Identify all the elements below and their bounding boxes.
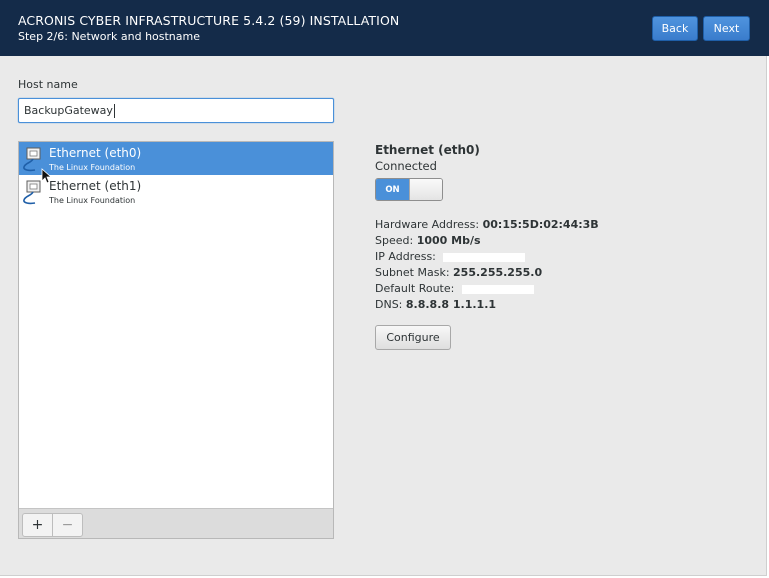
subnet-mask-row: Subnet Mask: 255.255.255.0 (375, 266, 542, 279)
hostname-label: Host name (18, 78, 78, 91)
default-route-label: Default Route: (375, 282, 455, 295)
toggle-knob (409, 179, 442, 200)
dns-label: DNS: (375, 298, 403, 311)
interface-name: Ethernet (eth0) (49, 146, 142, 160)
ip-address-row: IP Address: (375, 250, 526, 263)
add-interface-button[interactable]: + (22, 513, 53, 537)
connection-status: Connected (375, 159, 437, 173)
ip-address-redacted (443, 252, 526, 262)
main-content: Host name BackupGateway Ethernet (eth0) … (0, 56, 767, 576)
installer-header: ACRONIS CYBER INFRASTRUCTURE 5.4.2 (59) … (0, 0, 769, 56)
default-route-redacted (461, 284, 534, 294)
speed-label: Speed: (375, 234, 414, 247)
hardware-address-label: Hardware Address: (375, 218, 480, 231)
interface-row-eth1[interactable]: Ethernet (eth1) The Linux Foundation (19, 175, 333, 208)
installer-step: Step 2/6: Network and hostname (18, 30, 201, 43)
subnet-mask-value: 255.255.255.0 (453, 266, 543, 279)
connection-toggle[interactable]: ON (375, 178, 443, 201)
mouse-pointer-icon (41, 168, 51, 184)
remove-interface-button[interactable]: − (52, 513, 83, 537)
subnet-mask-label: Subnet Mask: (375, 266, 450, 279)
ip-address-label: IP Address: (375, 250, 436, 263)
hostname-value: BackupGateway (24, 104, 113, 117)
hardware-address-row: Hardware Address: 00:15:5D:02:44:3B (375, 218, 599, 231)
text-caret (113, 103, 115, 118)
hardware-address-value: 00:15:5D:02:44:3B (482, 218, 599, 231)
detail-title: Ethernet (eth0) (375, 143, 480, 157)
installer-title: ACRONIS CYBER INFRASTRUCTURE 5.4.2 (59) … (18, 13, 400, 28)
speed-value: 1000 Mb/s (416, 234, 481, 247)
hostname-input[interactable]: BackupGateway (18, 98, 334, 123)
interface-row-eth0[interactable]: Ethernet (eth0) The Linux Foundation (19, 142, 333, 175)
interface-panel: Ethernet (eth0) The Linux Foundation Eth… (18, 141, 334, 539)
interface-name: Ethernet (eth1) (49, 179, 142, 193)
dns-row: DNS: 8.8.8.8 1.1.1.1 (375, 298, 496, 311)
next-button[interactable]: Next (703, 16, 750, 41)
interface-toolbar: + − (19, 508, 333, 538)
interface-vendor: The Linux Foundation (49, 196, 136, 205)
speed-row: Speed: 1000 Mb/s (375, 234, 481, 247)
interface-list: Ethernet (eth0) The Linux Foundation Eth… (19, 142, 333, 508)
configure-button[interactable]: Configure (375, 325, 451, 350)
default-route-row: Default Route: (375, 282, 534, 295)
back-button[interactable]: Back (652, 16, 698, 41)
interface-vendor: The Linux Foundation (49, 163, 136, 172)
dns-value: 8.8.8.8 1.1.1.1 (405, 298, 497, 311)
toggle-on-label: ON (376, 179, 409, 200)
